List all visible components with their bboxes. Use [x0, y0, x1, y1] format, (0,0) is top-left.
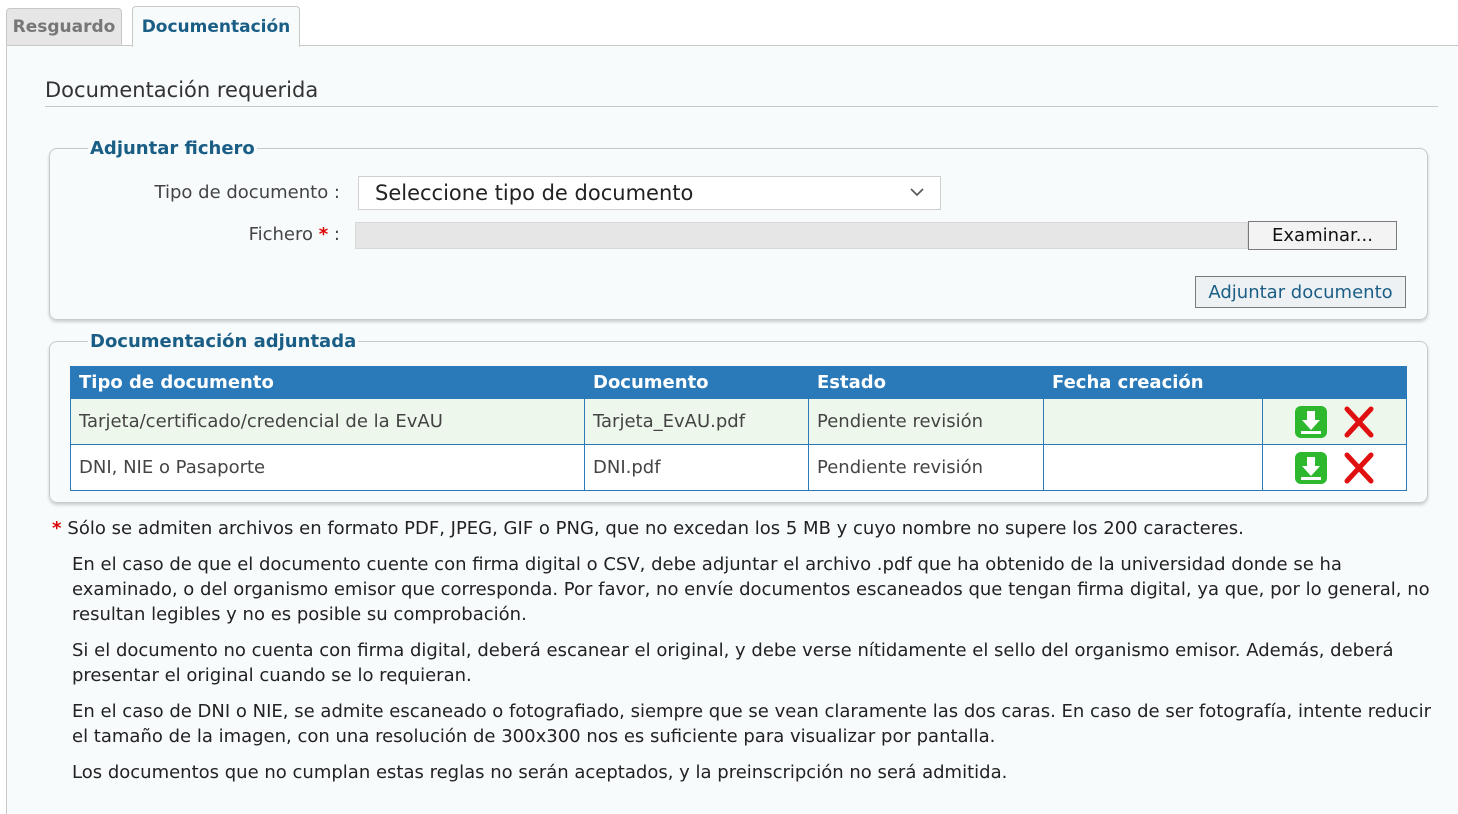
file-path-field[interactable] — [355, 222, 1248, 249]
documents-table: Tipo de documento Documento Estado Fecha… — [70, 366, 1407, 491]
notes: * Sólo se admiten archivos en formato PDF… — [52, 516, 1442, 796]
download-icon[interactable] — [1294, 405, 1328, 439]
required-mark: * — [318, 224, 329, 245]
file-label-group: Fichero * : — [140, 224, 340, 245]
file-label-colon: : — [333, 224, 340, 245]
tab-resguardo[interactable]: Resguardo — [6, 8, 122, 45]
cell-fecha — [1043, 444, 1263, 491]
cell-tipo: Tarjeta/certificado/credencial de la EvA… — [70, 398, 585, 445]
col-fecha: Fecha creación — [1043, 366, 1263, 399]
note-line: Si el documento no cuenta con firma digi… — [72, 640, 1394, 686]
upload-legend: Adjuntar fichero — [90, 138, 255, 159]
note-text: Sólo se admiten archivos en formato PDF,… — [67, 518, 1244, 539]
cell-estado: Pendiente revisión — [808, 398, 1044, 445]
cell-actions — [1262, 398, 1407, 445]
attach-document-button[interactable]: Adjuntar documento — [1195, 276, 1406, 308]
note-line: En el caso de que el documento cuente co… — [72, 554, 1430, 625]
col-estado: Estado — [808, 366, 1044, 399]
cell-documento: DNI.pdf — [584, 444, 809, 491]
table-header-row: Tipo de documento Documento Estado Fecha… — [70, 366, 1407, 399]
col-documento: Documento — [584, 366, 809, 399]
doc-type-selected-value: Seleccione tipo de documento — [375, 181, 694, 205]
cell-estado: Pendiente revisión — [808, 444, 1044, 491]
note-line: En el caso de DNI o NIE, se admite escan… — [72, 701, 1431, 747]
doc-type-label: Tipo de documento : — [154, 182, 340, 203]
file-label: Fichero — [248, 224, 314, 245]
cell-documento: Tarjeta_EvAU.pdf — [584, 398, 809, 445]
delete-icon[interactable] — [1342, 405, 1376, 439]
chevron-down-icon — [910, 188, 924, 197]
browse-button[interactable]: Examinar... — [1248, 221, 1397, 250]
tab-documentacion[interactable]: Documentación — [132, 6, 300, 47]
col-tipo: Tipo de documento — [70, 366, 585, 399]
cell-fecha — [1043, 398, 1263, 445]
note-line: * Sólo se admiten archivos en formato PDF… — [52, 516, 1442, 541]
attached-legend: Documentación adjuntada — [90, 331, 357, 352]
note-line: Los documentos que no cumplan estas regl… — [72, 762, 1008, 783]
section-title: Documentación requerida — [45, 78, 1438, 107]
table-row: Tarjeta/certificado/credencial de la EvA… — [70, 398, 1407, 445]
download-icon[interactable] — [1294, 451, 1328, 485]
table-row: DNI, NIE o Pasaporte DNI.pdf Pendiente r… — [70, 444, 1407, 491]
col-actions — [1262, 366, 1407, 399]
doc-type-select[interactable]: Seleccione tipo de documento — [358, 176, 941, 210]
cell-tipo: DNI, NIE o Pasaporte — [70, 444, 585, 491]
cell-actions — [1262, 444, 1407, 491]
delete-icon[interactable] — [1342, 451, 1376, 485]
required-mark: * — [52, 518, 62, 539]
